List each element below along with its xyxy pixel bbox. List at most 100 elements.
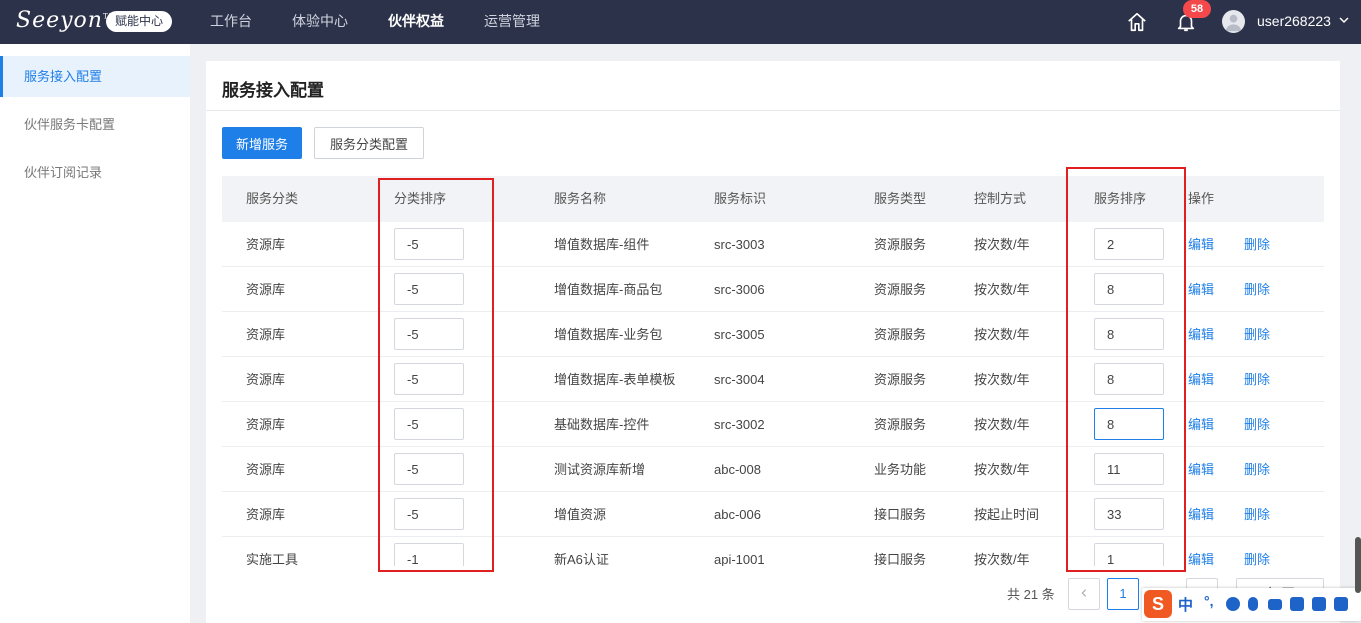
header-type: 服务类型 bbox=[874, 191, 927, 206]
sidebar-item-partner-card[interactable]: 伙伴服务卡配置 bbox=[0, 104, 190, 145]
cell-service-type: 资源服务 bbox=[874, 372, 927, 387]
cell-control-method: 按起止时间 bbox=[974, 507, 1040, 522]
edit-link[interactable]: 编辑 bbox=[1188, 312, 1214, 357]
header-name: 服务名称 bbox=[554, 191, 607, 206]
chevron-down-icon[interactable] bbox=[1338, 14, 1350, 26]
sidebar: 服务接入配置 伙伴服务卡配置 伙伴订阅记录 bbox=[0, 44, 190, 623]
delete-link[interactable]: 删除 bbox=[1244, 402, 1270, 447]
avatar[interactable] bbox=[1222, 10, 1245, 33]
header-control: 控制方式 bbox=[974, 191, 1027, 206]
cell-service-type: 接口服务 bbox=[874, 552, 927, 566]
sidebar-item-subscription-records[interactable]: 伙伴订阅记录 bbox=[0, 152, 190, 193]
cell-service-identifier: abc-008 bbox=[714, 462, 761, 477]
cell-control-method: 按次数/年 bbox=[974, 372, 1030, 387]
cell-category: 资源库 bbox=[246, 507, 286, 522]
top-navigation-bar: SeeyonTM 赋能中心 工作台 体验中心 伙伴权益 运营管理 58 user… bbox=[0, 0, 1361, 44]
ime-emoji-icon[interactable] bbox=[1226, 597, 1240, 611]
cell-category: 资源库 bbox=[246, 237, 286, 252]
cell-service-type: 资源服务 bbox=[874, 282, 927, 297]
cell-service-type: 接口服务 bbox=[874, 507, 927, 522]
edit-link[interactable]: 编辑 bbox=[1188, 447, 1214, 492]
cell-control-method: 按次数/年 bbox=[974, 552, 1030, 566]
cell-service-identifier: src-3003 bbox=[714, 237, 765, 252]
cell-category: 资源库 bbox=[246, 327, 286, 342]
ime-chinese-mode[interactable]: 中 bbox=[1178, 594, 1193, 615]
main-panel: 服务接入配置 新增服务 服务分类配置 服务分类 分类排序 服务名称 服务标识 服… bbox=[206, 61, 1340, 623]
header-identifier: 服务标识 bbox=[714, 191, 767, 206]
edit-link[interactable]: 编辑 bbox=[1188, 357, 1214, 402]
delete-link[interactable]: 删除 bbox=[1244, 492, 1270, 537]
cell-service-name: 新A6认证 bbox=[554, 552, 609, 566]
header-category: 服务分类 bbox=[246, 191, 299, 206]
cell-service-type: 业务功能 bbox=[874, 462, 927, 477]
cell-service-name: 增值数据库-组件 bbox=[554, 237, 650, 252]
cell-control-method: 按次数/年 bbox=[974, 327, 1030, 342]
cell-category: 资源库 bbox=[246, 282, 286, 297]
cell-service-identifier: api-1001 bbox=[714, 552, 765, 566]
nav-experience-center[interactable]: 体验中心 bbox=[292, 0, 348, 44]
highlight-category-order-column bbox=[378, 178, 494, 572]
cell-service-identifier: abc-006 bbox=[714, 507, 761, 522]
pagination-total: 共 21 条 bbox=[1007, 587, 1055, 602]
cell-service-type: 资源服务 bbox=[874, 327, 927, 342]
category-config-button[interactable]: 服务分类配置 bbox=[314, 127, 424, 159]
cell-category: 资源库 bbox=[246, 462, 286, 477]
logo-text: Seeyon bbox=[16, 8, 103, 33]
edit-link[interactable]: 编辑 bbox=[1188, 492, 1214, 537]
nav-workbench[interactable]: 工作台 bbox=[210, 0, 252, 44]
prev-page-button[interactable] bbox=[1068, 578, 1100, 610]
cell-service-type: 资源服务 bbox=[874, 417, 927, 432]
delete-link[interactable]: 删除 bbox=[1244, 357, 1270, 402]
cell-category: 实施工具 bbox=[246, 552, 299, 566]
cell-control-method: 按次数/年 bbox=[974, 282, 1030, 297]
edit-link[interactable]: 编辑 bbox=[1188, 222, 1214, 267]
cell-service-identifier: src-3006 bbox=[714, 282, 765, 297]
highlight-order-column bbox=[1066, 167, 1186, 572]
edit-link[interactable]: 编辑 bbox=[1188, 402, 1214, 447]
page-button-current[interactable]: 1 bbox=[1107, 578, 1139, 610]
header-actions: 操作 bbox=[1188, 191, 1215, 206]
delete-link[interactable]: 删除 bbox=[1244, 537, 1270, 566]
delete-link[interactable]: 删除 bbox=[1244, 447, 1270, 492]
cell-service-name: 增值数据库-业务包 bbox=[554, 327, 663, 342]
nav-partner-rights[interactable]: 伙伴权益 bbox=[388, 0, 444, 44]
title-divider bbox=[206, 110, 1340, 111]
user-icon bbox=[1225, 14, 1242, 32]
sidebar-item-service-access[interactable]: 服务接入配置 bbox=[0, 56, 190, 97]
cell-control-method: 按次数/年 bbox=[974, 417, 1030, 432]
notification-badge: 58 bbox=[1183, 0, 1211, 18]
delete-link[interactable]: 删除 bbox=[1244, 222, 1270, 267]
ime-toolbox-icon[interactable] bbox=[1290, 597, 1304, 611]
cell-category: 资源库 bbox=[246, 372, 286, 387]
cell-service-name: 基础数据库-控件 bbox=[554, 417, 650, 432]
cell-control-method: 按次数/年 bbox=[974, 462, 1030, 477]
cell-service-name: 增值数据库-表单模板 bbox=[554, 372, 676, 387]
ime-user-icon[interactable] bbox=[1312, 597, 1326, 611]
ime-skin-icon[interactable] bbox=[1334, 597, 1348, 611]
ime-voice-icon[interactable] bbox=[1248, 597, 1258, 611]
nav-operations[interactable]: 运营管理 bbox=[484, 0, 540, 44]
edit-link[interactable]: 编辑 bbox=[1188, 537, 1214, 566]
cell-service-identifier: src-3002 bbox=[714, 417, 765, 432]
seeyon-logo[interactable]: SeeyonTM bbox=[16, 8, 117, 33]
cell-service-identifier: src-3005 bbox=[714, 327, 765, 342]
home-icon[interactable] bbox=[1126, 11, 1148, 33]
page-scrollbar[interactable] bbox=[1355, 537, 1361, 593]
cell-service-name: 测试资源库新增 bbox=[554, 462, 646, 477]
delete-link[interactable]: 删除 bbox=[1244, 312, 1270, 357]
cell-service-identifier: src-3004 bbox=[714, 372, 765, 387]
delete-link[interactable]: 删除 bbox=[1244, 267, 1270, 312]
ime-keyboard-icon[interactable] bbox=[1268, 599, 1282, 610]
cell-service-name: 增值数据库-商品包 bbox=[554, 282, 663, 297]
sogou-logo-icon[interactable]: S bbox=[1144, 590, 1172, 618]
ime-punctuation-icon[interactable]: °, bbox=[1204, 593, 1218, 609]
page-title: 服务接入配置 bbox=[222, 81, 324, 100]
username[interactable]: user268223 bbox=[1257, 0, 1331, 42]
logo-badge: 赋能中心 bbox=[106, 11, 173, 32]
edit-link[interactable]: 编辑 bbox=[1188, 267, 1214, 312]
ime-toolbar: S 中 °, bbox=[1142, 588, 1361, 621]
chevron-left-icon bbox=[1081, 589, 1087, 597]
cell-service-name: 增值资源 bbox=[554, 507, 607, 522]
cell-service-type: 资源服务 bbox=[874, 237, 927, 252]
add-service-button[interactable]: 新增服务 bbox=[222, 127, 302, 159]
